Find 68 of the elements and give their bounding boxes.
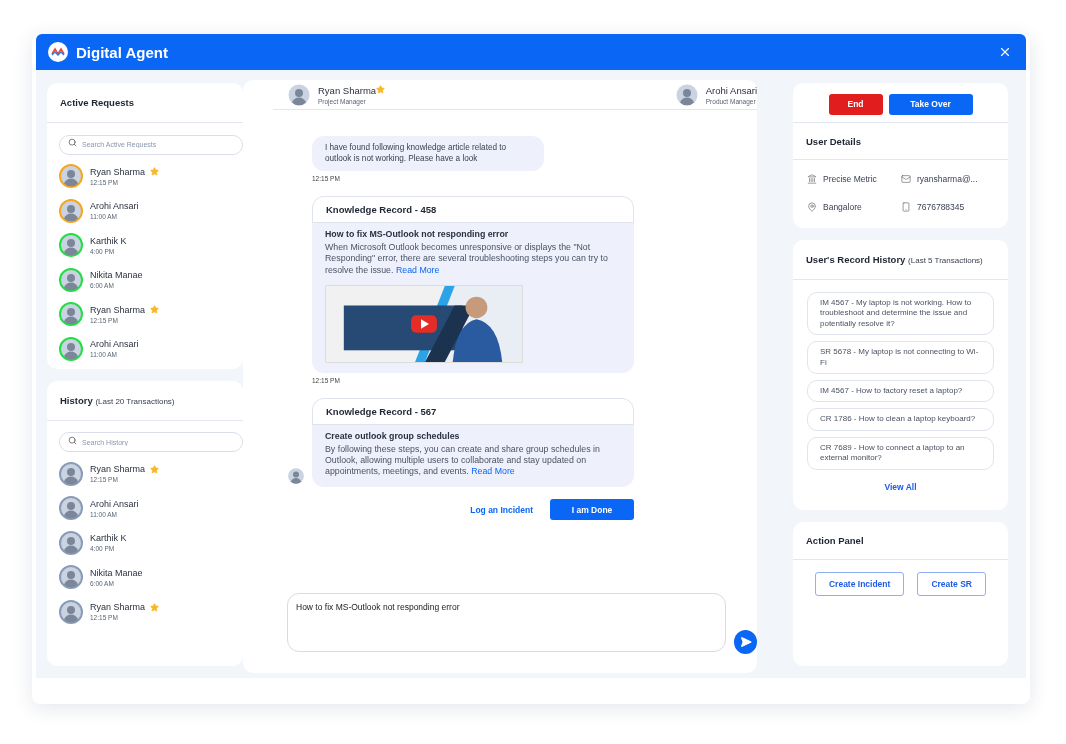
contact-name: Arohi Ansari — [90, 339, 139, 350]
avatar — [59, 461, 83, 486]
avatar — [59, 496, 83, 521]
avatar — [59, 302, 83, 327]
article-title: Knowledge Record - 458 — [312, 196, 634, 224]
avatar — [59, 530, 83, 555]
article-heading: How to fix MS-Outlook not responding error — [325, 229, 510, 240]
detail-text: 7676788345 — [917, 202, 965, 212]
contact-name: Karthik K — [90, 235, 127, 246]
contact-name: Arohi Ansari — [90, 498, 139, 509]
avatar — [59, 267, 83, 292]
message-bubble: I have found following knowledge article related to outlook is not working. Please have a look — [312, 136, 544, 172]
record-item[interactable]: CR 7689 - How to connect a laptop to an external monitor? — [807, 436, 994, 470]
avatar — [59, 599, 83, 624]
avatar — [59, 233, 83, 258]
avatar — [674, 82, 699, 107]
avatar — [59, 164, 83, 189]
article-heading: Create outlook group schedules — [325, 430, 461, 441]
action-button[interactable]: Create SR — [917, 571, 986, 596]
logo-icon — [48, 42, 68, 62]
end-button[interactable]: End — [828, 93, 883, 115]
message-input[interactable]: How to fix MS-Outlook not responding error — [287, 593, 727, 652]
record-item[interactable]: SR 5678 - My laptop is not connecting to Wi-Fi — [807, 341, 994, 374]
contact-name: Ryan Sharma — [90, 166, 146, 177]
read-more-link[interactable]: Read More — [471, 466, 515, 477]
contact-name: Ryan Sharma — [90, 464, 146, 475]
detail-text: Precise Metric — [823, 174, 877, 184]
contact-name: Ryan Sharma — [90, 304, 146, 315]
close-icon[interactable] — [998, 45, 1012, 59]
avatar — [287, 82, 311, 107]
user-name: Ryan Sharma — [318, 84, 377, 96]
article-text: By following these steps, you can create and share group schedules in Outlook, allowing multiple users to collaborate and stay updated on appointments, meetings, and events. Read More — [325, 443, 601, 478]
email-icon — [901, 174, 911, 184]
record-item[interactable]: IM 4567 - My laptop is not working. How to troubleshoot and determine the issue and potentially resolve it? — [807, 292, 994, 336]
company-icon — [807, 174, 817, 184]
detail-text: ryansharma@... — [917, 174, 978, 184]
send-icon — [739, 636, 752, 648]
avatar — [59, 336, 83, 361]
phone-icon — [901, 202, 911, 212]
panel-title: User's Record History (Last 5 Transactions) — [806, 254, 983, 265]
contact-name: Arohi Ansari — [90, 201, 139, 212]
incident-link[interactable]: Log an Incident — [470, 504, 533, 515]
detail-text: Bangalore — [823, 202, 862, 212]
avatar — [59, 565, 83, 590]
location-icon — [807, 202, 817, 212]
send-button[interactable] — [734, 630, 757, 654]
search-icon — [68, 435, 77, 445]
contact-name: Nikita Manae — [90, 567, 143, 578]
search-icon — [68, 138, 77, 147]
panel-title: Active Requests — [60, 97, 134, 108]
contact-name: Nikita Manae — [90, 270, 143, 281]
action-button[interactable]: Create Incident — [814, 571, 905, 596]
panel-title: Action Panel — [806, 534, 864, 546]
panel-title: History (Last 20 Transactions) — [60, 394, 175, 406]
view-all-link[interactable]: View All — [884, 481, 917, 492]
take-over-button[interactable]: Take Over — [888, 93, 973, 115]
panel-title: User Details — [806, 135, 861, 147]
done-button[interactable]: I am Done — [550, 499, 634, 521]
avatar — [59, 198, 83, 223]
contact-name: Ryan Sharma — [90, 602, 146, 613]
record-item[interactable]: CR 1786 - How to clean a laptop keyboard? — [807, 408, 994, 431]
read-more-link[interactable]: Read More — [395, 264, 440, 275]
agent-name: Arohi Ansari — [705, 84, 757, 96]
contact-name: Karthik K — [90, 533, 127, 544]
article-text: When Microsoft Outlook becomes unresponsive or displays the "Not Responding" error, there are several troubleshooting steps you can try to resolve the issue. Read More — [325, 242, 609, 276]
record-item[interactable]: IM 4567 - How to factory reset a laptop? — [807, 379, 994, 403]
article-title: Knowledge Record - 567 — [312, 397, 634, 425]
window-title: Digital Agent — [76, 43, 169, 61]
